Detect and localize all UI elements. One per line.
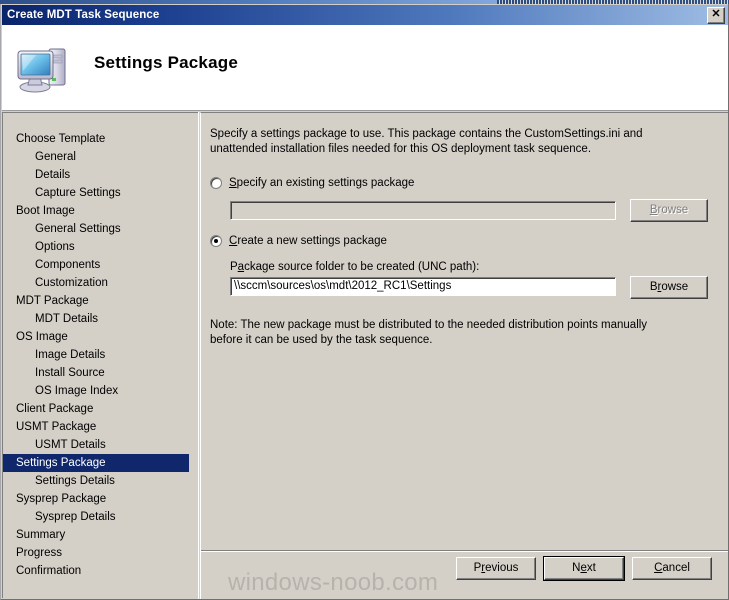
sidebar-item-mdt-package[interactable]: MDT Package — [3, 292, 198, 310]
radio-create-new-label: Create a new settings package — [229, 235, 387, 247]
existing-package-input[interactable] — [230, 201, 616, 220]
sidebar-item-os-image[interactable]: OS Image — [3, 328, 198, 346]
sidebar-item-general-settings[interactable]: General Settings — [3, 220, 198, 238]
browse-existing-button[interactable]: Browse — [630, 199, 708, 222]
sidebar-item-mdt-details[interactable]: MDT Details — [3, 310, 198, 328]
wizard-steps-sidebar: Choose Template General Details Capture Set… — [2, 112, 199, 599]
radio-existing-label: Specify an existing settings package — [229, 177, 415, 189]
wizard-content-pane: Specify a settings package to use. This … — [200, 112, 728, 599]
radio-create-new-indicator[interactable] — [210, 235, 222, 247]
sidebar-item-sysprep-details[interactable]: Sysprep Details — [3, 508, 198, 526]
sidebar-item-install-source[interactable]: Install Source — [3, 364, 198, 382]
create-mdt-task-sequence-dialog: Create MDT Task Sequence ✕ Settings Pack… — [0, 4, 729, 600]
wizard-header: Settings Package — [2, 25, 728, 111]
computer-monitor-icon — [17, 48, 66, 93]
sidebar-item-components[interactable]: Components — [3, 256, 198, 274]
sidebar-item-sysprep-package[interactable]: Sysprep Package — [3, 490, 198, 508]
sidebar-item-capture-settings[interactable]: Capture Settings — [3, 184, 198, 202]
next-button[interactable]: Next — [543, 556, 625, 581]
title-bar: Create MDT Task Sequence ✕ — [2, 5, 728, 25]
package-source-folder-label: Package source folder to be created (UNC… — [230, 261, 480, 273]
site-watermark: windows-noob.com — [228, 569, 439, 596]
sidebar-item-general[interactable]: General — [3, 148, 198, 166]
previous-button[interactable]: Previous — [456, 557, 536, 580]
sidebar-item-settings-details[interactable]: Settings Details — [3, 472, 198, 490]
sidebar-item-details[interactable]: Details — [3, 166, 198, 184]
sidebar-item-image-details[interactable]: Image Details — [3, 346, 198, 364]
sidebar-item-settings-package[interactable]: Settings Package — [3, 454, 189, 472]
sidebar-item-client-package[interactable]: Client Package — [3, 400, 198, 418]
sidebar-item-usmt-package[interactable]: USMT Package — [3, 418, 198, 436]
sidebar-item-usmt-details[interactable]: USMT Details — [3, 436, 198, 454]
radio-existing-settings-package[interactable]: Specify an existing settings package — [210, 177, 414, 189]
sidebar-item-customization[interactable]: Customization — [3, 274, 198, 292]
page-title: Settings Package — [94, 53, 238, 72]
radio-existing-indicator[interactable] — [210, 177, 222, 189]
sidebar-item-progress[interactable]: Progress — [3, 544, 198, 562]
sidebar-item-summary[interactable]: Summary — [3, 526, 198, 544]
sidebar-item-os-image-index[interactable]: OS Image Index — [3, 382, 198, 400]
radio-create-new-settings-package[interactable]: Create a new settings package — [210, 235, 387, 247]
intro-description: Specify a settings package to use. This … — [210, 128, 643, 155]
footer-divider — [201, 550, 728, 552]
close-icon[interactable]: ✕ — [707, 7, 725, 24]
wizard-steps-list: Choose Template General Details Capture Set… — [2, 112, 198, 598]
sidebar-item-confirmation[interactable]: Confirmation — [3, 562, 198, 580]
sidebar-item-choose-template[interactable]: Choose Template — [3, 130, 198, 148]
cancel-button[interactable]: Cancel — [632, 557, 712, 580]
note-description: Note: The new package must be distribute… — [210, 319, 648, 346]
sidebar-item-options[interactable]: Options — [3, 238, 198, 256]
sidebar-item-boot-image[interactable]: Boot Image — [3, 202, 198, 220]
package-source-folder-input[interactable]: \\sccm\sources\os\mdt\2012_RC1\Settings — [230, 277, 616, 296]
browse-new-button[interactable]: Browse — [630, 276, 708, 299]
window-title: Create MDT Task Sequence — [7, 9, 160, 21]
